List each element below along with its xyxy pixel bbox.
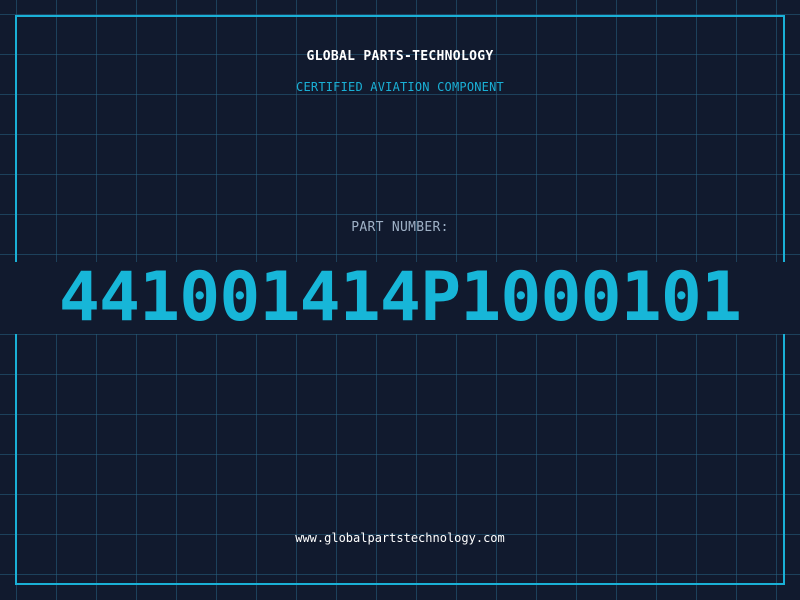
website-url: www.globalpartstechnology.com <box>295 531 505 545</box>
part-number-value: 441001414P1000101 <box>58 258 742 337</box>
certification-subtitle: CERTIFIED AVIATION COMPONENT <box>296 80 504 94</box>
part-number-label: PART NUMBER: <box>351 220 449 235</box>
label-canvas: GLOBAL PARTS-TECHNOLOGY CERTIFIED AVIATI… <box>0 0 800 600</box>
company-name: GLOBAL PARTS-TECHNOLOGY <box>306 49 494 64</box>
